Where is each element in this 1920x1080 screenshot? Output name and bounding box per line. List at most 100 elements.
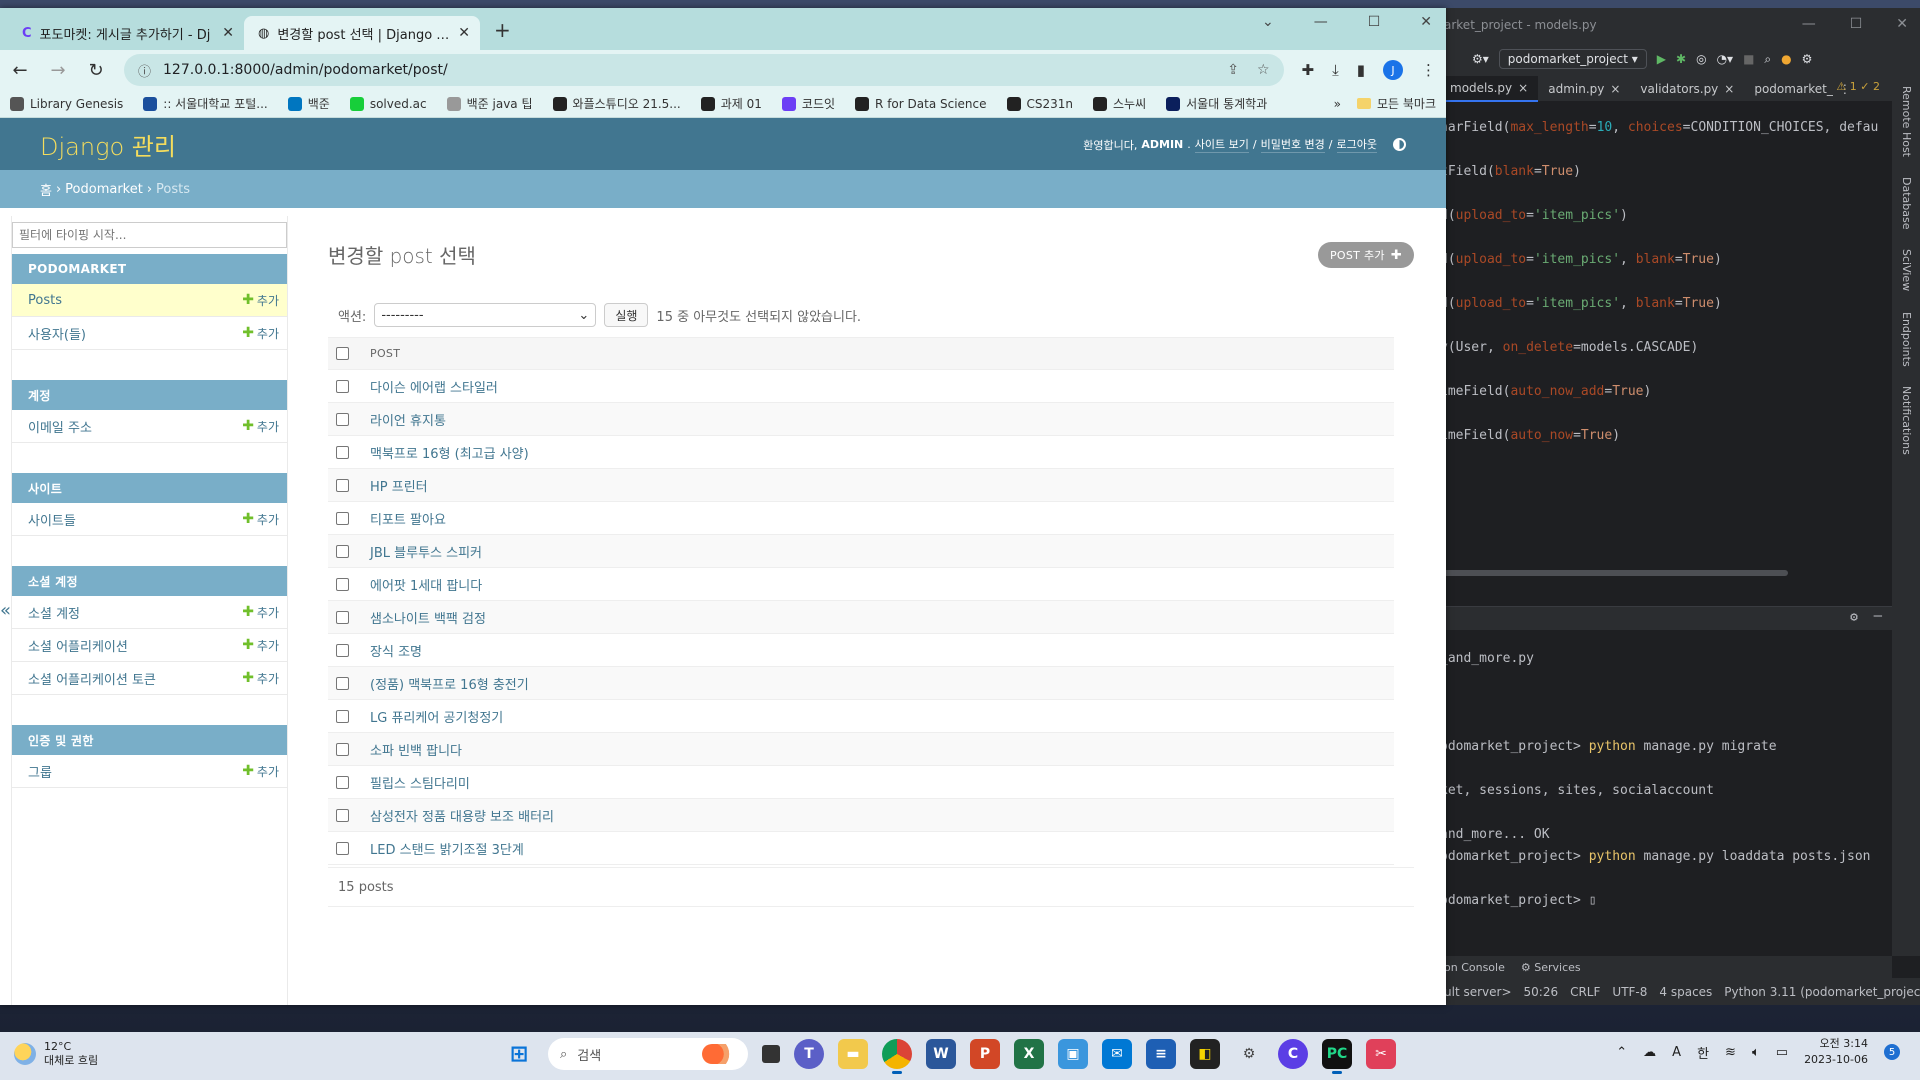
close-icon[interactable]: × xyxy=(1610,82,1620,96)
taskbar-search[interactable]: ⌕ 검색 xyxy=(548,1038,748,1070)
close-icon[interactable]: ✕ xyxy=(458,25,470,41)
start-icon[interactable]: ⊞ xyxy=(504,1039,534,1069)
pycharm-icon[interactable]: PC xyxy=(1322,1039,1352,1074)
view-site-link[interactable]: 사이트 보기 xyxy=(1194,136,1249,153)
row-checkbox[interactable] xyxy=(336,808,350,822)
tab-validators[interactable]: validators.py × xyxy=(1630,76,1744,102)
snipping-tool-icon[interactable]: ✂ xyxy=(1366,1039,1396,1069)
post-link[interactable]: 필립스 스팀다리미 xyxy=(370,777,470,792)
stop-icon[interactable]: ■ xyxy=(1743,52,1754,66)
run-config-select[interactable]: podomarket_project ▾ xyxy=(1498,49,1647,69)
sticky-notes-icon[interactable]: ◧ xyxy=(1190,1039,1220,1069)
tool-window-button[interactable]: Notifications xyxy=(1900,386,1913,455)
bookmark-item[interactable]: CS231n xyxy=(1006,96,1073,111)
battery-icon[interactable]: ▭ xyxy=(1776,1045,1788,1060)
avatar[interactable]: J xyxy=(1383,60,1403,80)
forward-icon[interactable]: → xyxy=(48,60,68,81)
editor-horizontal-scrollbar[interactable] xyxy=(1440,570,1788,576)
row-checkbox[interactable] xyxy=(336,709,350,723)
store-icon[interactable]: ▣ xyxy=(1058,1039,1088,1069)
menu-icon[interactable]: ⋮ xyxy=(1421,61,1436,79)
teams-icon[interactable]: T xyxy=(794,1039,824,1069)
row-checkbox[interactable] xyxy=(336,412,350,426)
post-link[interactable]: 티포트 팔아요 xyxy=(370,513,446,528)
terminal[interactable]: _and_more.py odomarket_project> python ma… xyxy=(1440,648,1892,912)
post-link[interactable]: LG 퓨리케어 공기청정기 xyxy=(370,711,503,726)
url-text[interactable]: 127.0.0.1:8000/admin/podomarket/post/ xyxy=(163,62,448,78)
status-item[interactable]: Python 3.11 (podomarket_project) xyxy=(1724,985,1920,999)
site-brand[interactable]: Django 관리 xyxy=(40,127,176,162)
nav-filter-input[interactable] xyxy=(12,222,288,248)
gear-icon[interactable]: ⚙ xyxy=(1850,610,1858,625)
post-link[interactable]: 다이슨 에어랩 스타일러 xyxy=(370,381,498,396)
change-password-link[interactable]: 비밀번호 변경 xyxy=(1260,136,1325,153)
action-select[interactable]: --------- ⌄ xyxy=(374,303,597,327)
maximize-icon[interactable]: ☐ xyxy=(1850,16,1863,32)
excel-icon[interactable]: X xyxy=(1014,1039,1044,1069)
app-caption[interactable]: 계정 xyxy=(12,380,288,410)
app-caption[interactable]: PODOMARKET xyxy=(12,254,288,284)
post-link[interactable]: JBL 블루투스 스피커 xyxy=(370,546,482,561)
post-link[interactable]: 샘소나이트 백팩 검정 xyxy=(370,612,486,627)
download-icon[interactable]: ⤓ xyxy=(1332,61,1339,79)
add-link[interactable]: ✚ 추가 xyxy=(242,292,279,309)
post-link[interactable]: 장식 조명 xyxy=(370,645,422,660)
add-link[interactable]: ✚ 추가 xyxy=(242,604,279,621)
app-caption[interactable]: 사이트 xyxy=(12,473,288,503)
model-link[interactable]: 사이트들 xyxy=(28,510,242,529)
ime-indicator[interactable]: 한 xyxy=(1697,1043,1709,1062)
browser-tab-active[interactable]: ◍ 변경할 post 선택 | Django 사이 ✕ xyxy=(244,16,480,50)
row-checkbox[interactable] xyxy=(336,577,350,591)
minimize-icon[interactable]: — xyxy=(1802,16,1816,32)
info-icon[interactable]: ⓘ xyxy=(138,61,151,80)
close-icon[interactable]: ✕ xyxy=(1420,14,1432,30)
font-icon[interactable]: A xyxy=(1672,1045,1681,1060)
task-view-icon[interactable] xyxy=(762,1045,780,1063)
extensions-icon[interactable]: ✚ xyxy=(1302,61,1315,79)
mail-icon[interactable]: ✉ xyxy=(1102,1039,1132,1069)
add-link[interactable]: ✚ 추가 xyxy=(242,511,279,528)
all-bookmarks-folder[interactable]: 모든 북마크 xyxy=(1356,95,1436,112)
hide-panel-icon[interactable]: — xyxy=(1874,608,1882,624)
star-icon[interactable]: ☆ xyxy=(1257,62,1270,78)
settings-icon[interactable]: ⚙ xyxy=(1234,1039,1264,1069)
status-item[interactable]: UTF-8 xyxy=(1612,985,1647,999)
bookmark-item[interactable]: 백준 java 팁 xyxy=(446,95,533,112)
bookmark-item[interactable]: R for Data Science xyxy=(855,96,987,111)
model-link[interactable]: 그룹 xyxy=(28,762,242,781)
onedrive-icon[interactable]: ☁ xyxy=(1643,1045,1656,1060)
word-icon[interactable]: W xyxy=(926,1039,956,1069)
post-link[interactable]: LED 스탠드 밝기조절 3단계 xyxy=(370,843,524,858)
logout-link[interactable]: 로그아웃 xyxy=(1336,136,1377,153)
search-icon[interactable]: ⌕ xyxy=(1764,52,1771,67)
status-item[interactable]: 50:26 xyxy=(1524,985,1559,999)
back-icon[interactable]: ← xyxy=(10,60,30,81)
model-link[interactable]: 소셜 어플리케이션 토큰 xyxy=(28,669,242,688)
minimize-icon[interactable]: — xyxy=(1314,14,1328,30)
column-header-post[interactable]: POST xyxy=(362,337,1395,370)
model-link[interactable]: Posts xyxy=(28,293,242,308)
row-checkbox[interactable] xyxy=(336,742,350,756)
chevron-up-icon[interactable]: ⌃ xyxy=(1616,1045,1627,1060)
status-item[interactable]: ult server> xyxy=(1444,985,1512,999)
tool-window-button[interactable]: SciView xyxy=(1900,249,1913,291)
row-checkbox[interactable] xyxy=(336,478,350,492)
add-link[interactable]: ✚ 추가 xyxy=(242,325,279,342)
toggle-nav-sidebar[interactable]: « xyxy=(0,216,13,1005)
run-action-button[interactable]: 실행 xyxy=(604,303,649,327)
model-link[interactable]: 소셜 계정 xyxy=(28,603,242,622)
status-item[interactable]: 4 spaces xyxy=(1659,985,1712,999)
row-checkbox[interactable] xyxy=(336,610,350,624)
add-link[interactable]: ✚ 추가 xyxy=(242,670,279,687)
run-icon[interactable]: ▶ xyxy=(1657,52,1666,66)
maximize-icon[interactable]: ☐ xyxy=(1368,14,1381,30)
model-link[interactable]: 소셜 어플리케이션 xyxy=(28,636,242,655)
share-icon[interactable]: ⇪ xyxy=(1227,62,1239,78)
row-checkbox[interactable] xyxy=(336,379,350,393)
row-checkbox[interactable] xyxy=(336,676,350,690)
python-console-tab[interactable]: on Console xyxy=(1444,961,1505,974)
post-link[interactable]: 소파 빈백 팝니다 xyxy=(370,744,462,759)
inspection-widget[interactable]: ⚠ 1 ✓ 2 xyxy=(1836,80,1880,93)
clock[interactable]: 오전 3:14 2023-10-06 xyxy=(1804,1036,1868,1068)
bookmark-item[interactable]: 와플스튜디오 21.5... xyxy=(552,95,681,112)
